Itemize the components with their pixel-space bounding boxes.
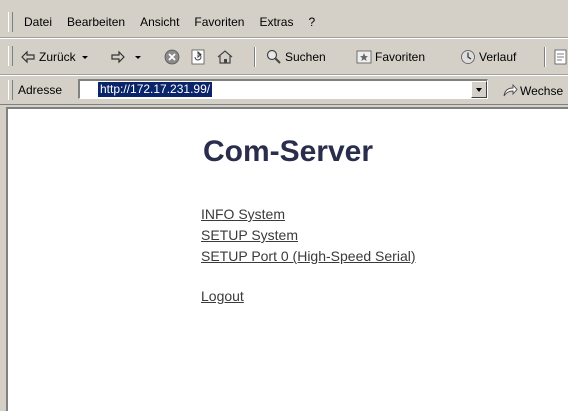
- menu-ansicht[interactable]: Ansicht: [140, 15, 179, 29]
- toolbar-separator: [254, 47, 256, 67]
- search-button[interactable]: Suchen: [266, 47, 326, 67]
- link-info-system[interactable]: INFO System: [201, 204, 416, 225]
- link-setup-system[interactable]: SETUP System: [201, 225, 416, 246]
- link-setup-port-0[interactable]: SETUP Port 0 (High-Speed Serial): [201, 246, 416, 267]
- menu-bar: Datei Bearbeiten Ansicht Favoriten Extra…: [0, 0, 568, 38]
- forward-button[interactable]: [110, 47, 141, 67]
- go-label: Wechse: [520, 84, 564, 98]
- toolbar: Zurück Suchen Favoriten Verlauf: [0, 38, 568, 75]
- address-bar: Adresse http://172.17.231.99/ Wechse: [0, 75, 568, 105]
- search-label: Suchen: [285, 50, 326, 64]
- address-dropdown-button[interactable]: [471, 81, 487, 98]
- mail-button[interactable]: [553, 47, 568, 67]
- addressbar-grip[interactable]: [8, 80, 13, 100]
- home-button[interactable]: [217, 47, 236, 67]
- menu-items: Datei Bearbeiten Ansicht Favoriten Extra…: [24, 15, 330, 29]
- page-title: Com-Server: [202, 135, 374, 168]
- menu-datei[interactable]: Datei: [24, 15, 52, 29]
- home-icon: [217, 49, 233, 65]
- back-dropdown-icon[interactable]: [81, 55, 88, 59]
- favorites-button[interactable]: Favoriten: [356, 47, 425, 67]
- menu-help[interactable]: ?: [308, 15, 315, 29]
- go-button[interactable]: Wechse: [502, 83, 563, 99]
- toolbar-grip[interactable]: [8, 46, 13, 66]
- nav-links: INFO System SETUP System SETUP Port 0 (H…: [201, 204, 416, 307]
- forward-arrow-icon: [110, 49, 126, 65]
- address-url[interactable]: http://172.17.231.99/: [98, 82, 213, 97]
- refresh-button[interactable]: [190, 47, 209, 67]
- back-label: Zurück: [39, 50, 76, 64]
- page-content: Com-Server INFO System SETUP System SETU…: [6, 107, 568, 411]
- search-icon: [266, 49, 282, 65]
- menu-extras[interactable]: Extras: [259, 15, 293, 29]
- menubar-grip[interactable]: [8, 12, 13, 32]
- address-label: Adresse: [18, 83, 63, 97]
- menu-favoriten[interactable]: Favoriten: [194, 15, 244, 29]
- mail-icon: [553, 49, 568, 65]
- go-arrow-icon: [502, 83, 518, 99]
- favorites-label: Favoriten: [375, 50, 426, 64]
- history-button[interactable]: Verlauf: [460, 47, 516, 67]
- toolbar-separator: [544, 47, 546, 67]
- stop-button[interactable]: [164, 47, 183, 67]
- stop-icon: [164, 49, 180, 65]
- refresh-icon: [190, 49, 206, 65]
- favorites-icon: [356, 49, 372, 65]
- back-arrow-icon: [20, 49, 36, 65]
- back-button[interactable]: Zurück: [20, 47, 88, 67]
- address-input[interactable]: http://172.17.231.99/: [78, 79, 488, 99]
- link-logout[interactable]: Logout: [201, 286, 416, 307]
- history-icon: [460, 49, 476, 65]
- menu-bearbeiten[interactable]: Bearbeiten: [67, 15, 125, 29]
- history-label: Verlauf: [479, 50, 517, 64]
- forward-dropdown-icon[interactable]: [135, 55, 141, 59]
